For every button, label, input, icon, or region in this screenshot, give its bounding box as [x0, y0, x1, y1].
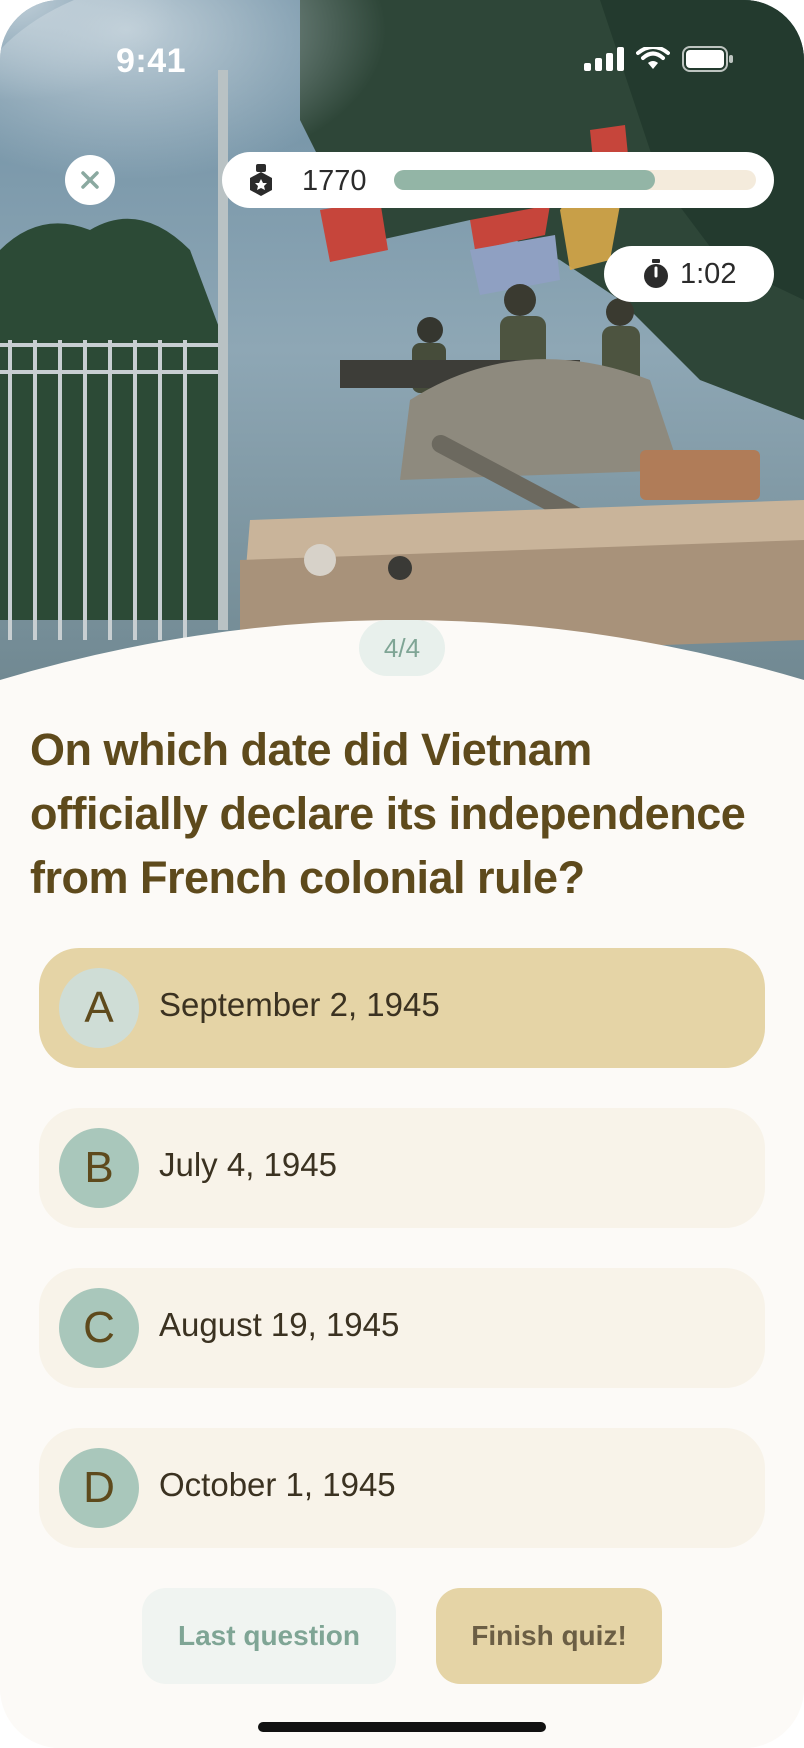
option-label: August 19, 1945 — [159, 1306, 400, 1343]
option-letter-badge: C — [59, 1288, 139, 1368]
phone-screen: 9:41 1770 1:02 4/4 On which date did Vie… — [0, 0, 804, 1748]
stopwatch-icon — [644, 259, 668, 288]
option-label: July 4, 1945 — [159, 1146, 337, 1183]
status-time: 9:41 — [116, 42, 187, 80]
cellular-signal-icon — [584, 47, 624, 71]
timer-badge: 1:02 — [604, 246, 774, 302]
option-label: September 2, 1945 — [159, 986, 440, 1023]
option-label: October 1, 1945 — [159, 1466, 396, 1503]
answer-option-a[interactable]: A September 2, 1945 — [39, 948, 765, 1068]
last-question-button[interactable]: Last question — [142, 1588, 396, 1684]
option-letter-badge: A — [59, 968, 139, 1048]
close-button[interactable] — [65, 155, 115, 205]
score-value: 1770 — [302, 165, 367, 197]
question-counter: 4/4 — [359, 620, 445, 676]
status-icons — [584, 46, 734, 72]
question-text: On which date did Vietnam officially dec… — [30, 724, 746, 903]
answer-option-c[interactable]: C August 19, 1945 — [39, 1268, 765, 1388]
score-progress-bar: 1770 — [222, 152, 774, 208]
battery-icon — [682, 46, 733, 72]
home-indicator[interactable] — [258, 1722, 546, 1732]
hero-photo — [0, 0, 804, 700]
wifi-icon — [636, 47, 670, 69]
answer-option-b[interactable]: B July 4, 1945 — [39, 1108, 765, 1228]
answer-option-d[interactable]: D October 1, 1945 — [39, 1428, 765, 1548]
progress-track — [394, 170, 756, 190]
progress-fill — [394, 170, 655, 190]
finish-quiz-button[interactable]: Finish quiz! — [436, 1588, 662, 1684]
close-icon — [81, 171, 99, 189]
timer-value: 1:02 — [680, 257, 737, 290]
option-letter-badge: B — [59, 1128, 139, 1208]
option-letter-badge: D — [59, 1448, 139, 1528]
medal-icon — [250, 164, 272, 196]
